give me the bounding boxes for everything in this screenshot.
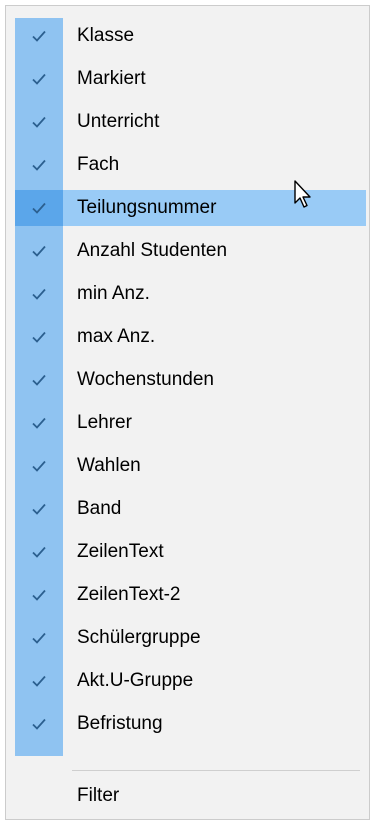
checkmark-icon	[15, 620, 63, 656]
checkmark-icon	[15, 491, 63, 527]
menu-item-label: ZeilenText-2	[77, 584, 181, 605]
menu-item-unterricht[interactable]: Unterricht	[15, 104, 366, 140]
menu-item-label: Filter	[77, 785, 120, 806]
menu-item-min-anz[interactable]: min Anz.	[15, 276, 366, 312]
menu-item-zeilentext-2[interactable]: ZeilenText-2	[15, 577, 366, 613]
column-visibility-menu: Klasse Markiert Unterricht Fach Teilungs…	[5, 5, 370, 820]
menu-item-max-anz[interactable]: max Anz.	[15, 319, 366, 355]
mouse-pointer-icon	[294, 180, 311, 208]
menu-item-klasse[interactable]: Klasse	[15, 18, 366, 54]
checkmark-icon	[15, 233, 63, 269]
menu-item-label: Anzahl Studenten	[77, 240, 228, 261]
menu-item-label: Fach	[77, 154, 120, 175]
checkmark-icon	[15, 276, 63, 312]
menu-item-markiert[interactable]: Markiert	[15, 61, 366, 97]
menu-item-label: Band	[77, 498, 122, 519]
checkmark-icon	[15, 319, 63, 355]
menu-item-wahlen[interactable]: Wahlen	[15, 448, 366, 484]
checkmark-icon	[15, 405, 63, 441]
checkmark-icon	[15, 362, 63, 398]
checkmark-icon	[15, 534, 63, 570]
menu-item-label: ZeilenText	[77, 541, 164, 562]
menu-item-label: Befristung	[77, 713, 163, 734]
menu-item-label: min Anz.	[77, 283, 150, 304]
menu-item-label: Wahlen	[77, 455, 141, 476]
menu-item-label: Akt.U-Gruppe	[77, 670, 194, 691]
menu-item-befristung[interactable]: Befristung	[15, 706, 366, 742]
menu-item-anzahl-studenten[interactable]: Anzahl Studenten	[15, 233, 366, 269]
menu-item-akt-u-gruppe[interactable]: Akt.U-Gruppe	[15, 663, 366, 699]
checkmark-icon	[15, 147, 63, 183]
menu-item-teilungsnummer[interactable]: Teilungsnummer	[15, 190, 366, 226]
menu-item-fach[interactable]: Fach	[15, 147, 366, 183]
menu-item-lehrer[interactable]: Lehrer	[15, 405, 366, 441]
menu-item-zeilentext[interactable]: ZeilenText	[15, 534, 366, 570]
menu-item-label: max Anz.	[77, 326, 156, 347]
checkmark-icon	[15, 190, 63, 226]
checkmark-icon	[15, 61, 63, 97]
checkmark-icon	[15, 104, 63, 140]
menu-item-label: Schülergruppe	[77, 627, 201, 648]
menu-item-label: Unterricht	[77, 111, 160, 132]
menu-item-band[interactable]: Band	[15, 491, 366, 527]
menu-item-label: Lehrer	[77, 412, 132, 433]
checkmark-icon	[15, 663, 63, 699]
menu-item-label: Markiert	[77, 68, 146, 89]
menu-item-filter[interactable]: Filter	[15, 778, 366, 814]
checkmark-icon	[15, 706, 63, 742]
menu-item-label: Wochenstunden	[77, 369, 214, 390]
checkmark-icon	[15, 448, 63, 484]
menu-item-label: Klasse	[77, 25, 135, 46]
menu-item-wochenstunden[interactable]: Wochenstunden	[15, 362, 366, 398]
menu-item-schuelergruppe[interactable]: Schülergruppe	[15, 620, 366, 656]
menu-separator	[72, 770, 360, 771]
checkmark-icon	[15, 577, 63, 613]
menu-item-label: Teilungsnummer	[77, 197, 217, 218]
checkmark-icon	[15, 18, 63, 54]
